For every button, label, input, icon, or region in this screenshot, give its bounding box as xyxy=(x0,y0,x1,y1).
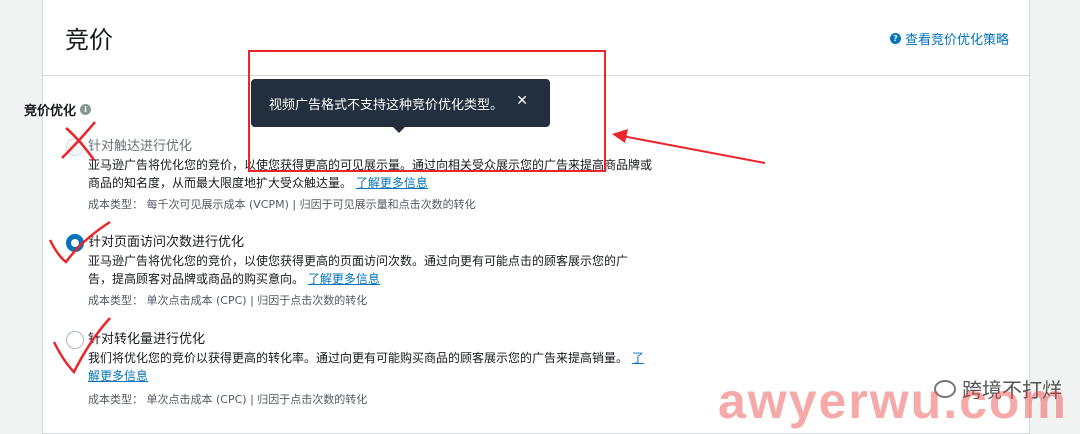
radio-conversions[interactable] xyxy=(66,331,84,349)
option-reach-description: 亚马逊广告将优化您的竞价，以使您获得更高的可见展示量。通过向相关受众展示您的广告… xyxy=(88,156,708,192)
radio-reach[interactable] xyxy=(66,138,84,156)
close-icon[interactable]: ✕ xyxy=(516,93,528,109)
option-conversions-desc-line1: 我们将优化您的竞价以获得更高的转化率。通过向更有可能购买商品的顾客展示您的广告来… xyxy=(88,351,629,365)
option-reach-desc-line1: 亚马逊广告将优化您的竞价，以使您获得更高的可见展示量。通过向相关受众展示您的广告… xyxy=(88,158,653,172)
option-reach-cost-type: 成本类型： 每千次可见展示成本 (VCPM) | 归因于可见展示量和点击次数的转… xyxy=(88,198,476,211)
option-reach-learn-more-link[interactable]: 了解更多信息 xyxy=(356,176,428,190)
option-reach-desc-line2: 商品的知名度，从而最大限度地扩大受众触达量。 xyxy=(88,176,353,190)
section-label-text: 竞价优化 xyxy=(24,104,77,119)
page-title: 竞价 xyxy=(65,26,113,54)
unsupported-format-tooltip: 视频广告格式不支持这种竞价优化类型。 ✕ xyxy=(251,79,550,133)
radio-page-visits[interactable] xyxy=(66,234,84,252)
option-conversions-learn-more-link-part1[interactable]: 了 xyxy=(632,351,644,365)
option-conversions-description: 我们将优化您的竞价以获得更高的转化率。通过向更有可能购买商品的顾客展示您的广告来… xyxy=(88,349,708,385)
option-page-visits-title: 针对页面访问次数进行优化 xyxy=(88,235,245,250)
option-page-visits-cost-type: 成本类型： 单次点击成本 (CPC) | 归因于点击次数的转化 xyxy=(88,294,368,307)
help-link-label: 查看竞价优化策略 xyxy=(904,33,1009,48)
info-icon[interactable]: i xyxy=(80,104,92,115)
option-page-visits-learn-more-link[interactable]: 了解更多信息 xyxy=(308,272,380,286)
option-conversions-title: 针对转化量进行优化 xyxy=(88,332,206,347)
tooltip-message: 视频广告格式不支持这种竞价优化类型。 xyxy=(269,97,504,113)
option-reach-title: 针对触达进行优化 xyxy=(88,139,193,154)
option-page-visits-desc-line2: 告，提高顾客对品牌或商品的购买意向。 xyxy=(88,272,305,286)
option-page-visits-desc-line1: 亚马逊广告将优化您的竞价，以使您获得更高的页面访问次数。通过向更有可能点击的顾客… xyxy=(88,254,629,268)
option-page-visits-description: 亚马逊广告将优化您的竞价，以使您获得更高的页面访问次数。通过向更有可能点击的顾客… xyxy=(88,252,708,288)
option-conversions-learn-more-link-part2[interactable]: 解更多信息 xyxy=(88,369,148,383)
option-conversions-cost-type: 成本类型： 单次点击成本 (CPC) | 归因于点击次数的转化 xyxy=(88,393,368,406)
help-icon: ? xyxy=(889,33,901,44)
watermark-site: awyerwu.com xyxy=(718,373,1068,429)
bid-strategy-help-link[interactable]: ? 查看竞价优化策略 xyxy=(889,29,1009,48)
card-header: 竞价 ? 查看竞价优化策略 xyxy=(43,0,1029,76)
bid-optimization-label: 竞价优化 i xyxy=(24,100,92,119)
